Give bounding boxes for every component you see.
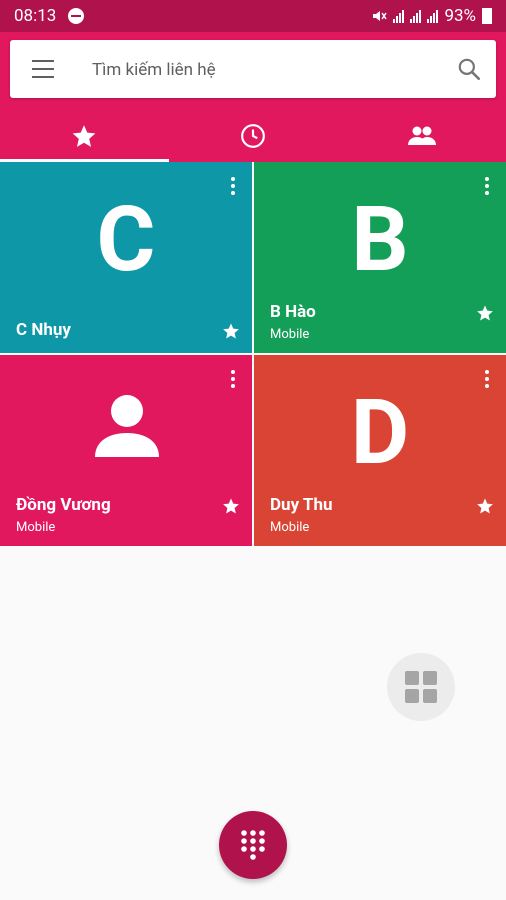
contact-initial: D	[350, 380, 410, 485]
more-options-icon[interactable]	[484, 177, 490, 197]
search-icon[interactable]	[456, 56, 482, 82]
contact-name: B Hào	[270, 302, 316, 322]
favorite-tile[interactable]: C C Nhụy	[0, 162, 252, 353]
people-icon	[407, 126, 436, 145]
favorites-grid: C C Nhụy B B Hào Mobile Đồng Vương Mobil…	[0, 162, 506, 546]
more-options-icon[interactable]	[230, 370, 236, 390]
star-icon	[72, 125, 96, 147]
favorite-tile[interactable]: B B Hào Mobile	[254, 162, 506, 353]
tab-favorites[interactable]	[0, 110, 169, 162]
do-not-disturb-icon	[68, 8, 84, 24]
contact-initial: C	[96, 187, 156, 292]
star-icon[interactable]	[476, 304, 494, 322]
dialpad-button[interactable]	[219, 811, 287, 879]
search-bar	[10, 40, 496, 98]
menu-icon[interactable]	[32, 60, 54, 78]
more-options-icon[interactable]	[230, 177, 236, 197]
contact-name: Duy Thu	[270, 495, 333, 515]
status-time: 08:13	[14, 6, 57, 26]
contact-name: C Nhụy	[16, 320, 71, 340]
star-icon[interactable]	[222, 497, 240, 515]
mute-icon	[373, 11, 388, 21]
person-icon	[95, 395, 159, 457]
search-input[interactable]	[90, 54, 454, 86]
grid-icon	[405, 671, 437, 703]
grid-view-button[interactable]	[387, 653, 455, 721]
signal-icon-2	[410, 9, 422, 23]
signal-icon-3	[427, 9, 439, 23]
battery-icon	[482, 8, 492, 24]
battery-percent: 93%	[444, 6, 476, 26]
star-icon[interactable]	[222, 322, 240, 340]
contact-phone-type: Mobile	[270, 520, 310, 535]
contact-phone-type: Mobile	[16, 520, 56, 535]
clock-icon	[241, 124, 265, 148]
favorite-tile[interactable]: Đồng Vương Mobile	[0, 355, 252, 546]
contact-phone-type: Mobile	[270, 327, 310, 342]
signal-icon-1	[393, 9, 405, 23]
status-bar: 08:13 93%	[0, 0, 506, 32]
contact-initial: B	[351, 187, 409, 292]
tab-contacts[interactable]	[337, 110, 506, 162]
dialpad-icon	[241, 830, 265, 860]
app-bar	[0, 32, 506, 162]
tab-bar	[0, 110, 506, 162]
favorite-tile[interactable]: D Duy Thu Mobile	[254, 355, 506, 546]
more-options-icon[interactable]	[484, 370, 490, 390]
contact-name: Đồng Vương	[16, 495, 111, 515]
tab-recents[interactable]	[169, 110, 338, 162]
star-icon[interactable]	[476, 497, 494, 515]
